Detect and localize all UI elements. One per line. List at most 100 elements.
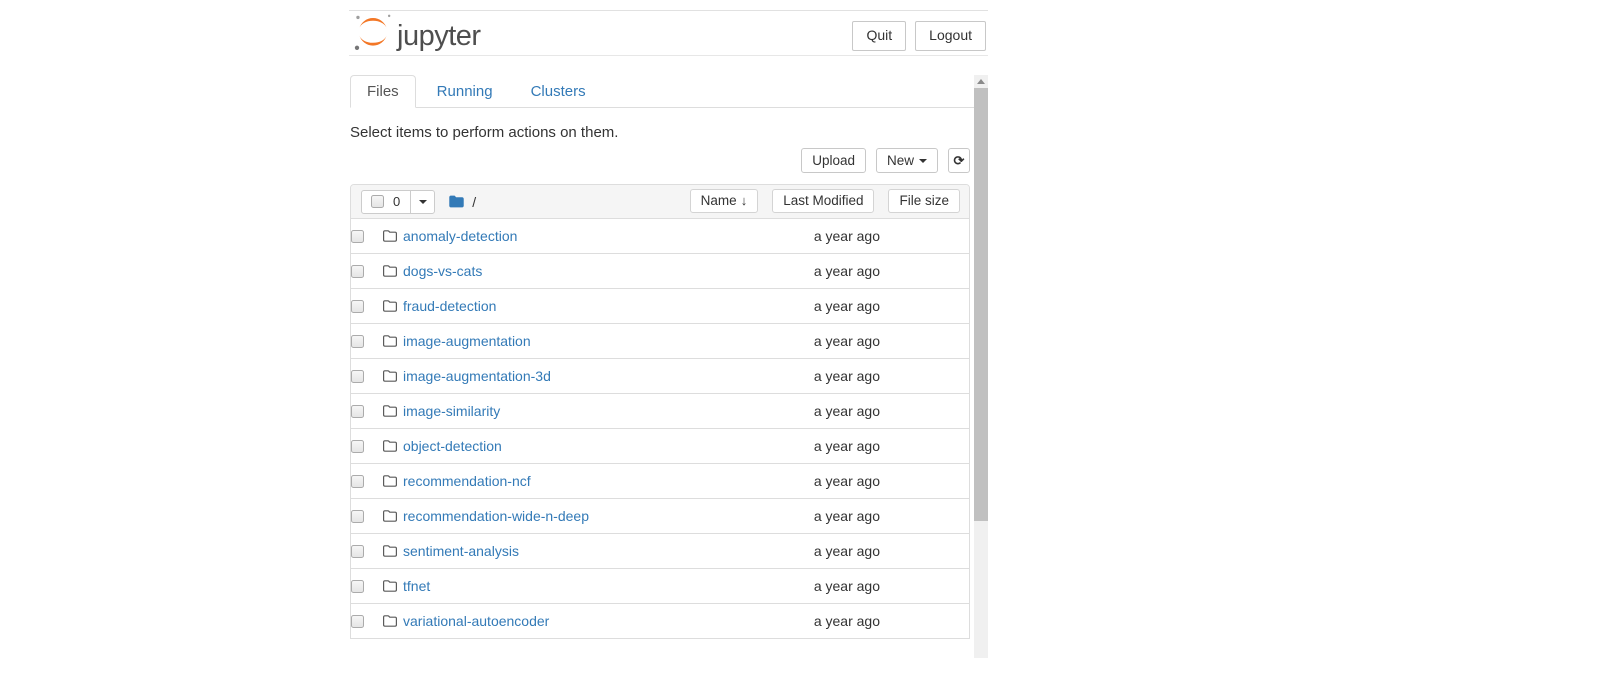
folder-outline-icon <box>382 299 398 313</box>
folder-outline-icon <box>382 544 398 558</box>
row-modified: a year ago <box>814 403 880 419</box>
table-row: image-augmentation a year ago <box>351 323 969 358</box>
folder-outline-icon <box>382 229 398 243</box>
folder-outline-icon <box>382 369 398 383</box>
row-name-link[interactable]: tfnet <box>403 578 430 594</box>
row-name-link[interactable]: image-augmentation <box>403 333 531 349</box>
row-modified: a year ago <box>814 368 880 384</box>
row-name-link[interactable]: sentiment-analysis <box>403 543 519 559</box>
row-checkbox[interactable] <box>351 615 364 628</box>
table-row: image-similarity a year ago <box>351 393 969 428</box>
row-checkbox[interactable] <box>351 230 364 243</box>
quit-button[interactable]: Quit <box>852 21 906 51</box>
row-name-link[interactable]: image-augmentation-3d <box>403 368 551 384</box>
row-modified: a year ago <box>814 228 880 244</box>
table-row: dogs-vs-cats a year ago <box>351 253 969 288</box>
row-name-link[interactable]: fraud-detection <box>403 298 496 314</box>
row-modified: a year ago <box>814 263 880 279</box>
row-checkbox[interactable] <box>351 510 364 523</box>
sort-by-modified-button[interactable]: Last Modified <box>772 189 874 213</box>
row-name-link[interactable]: dogs-vs-cats <box>403 263 482 279</box>
folder-outline-icon <box>382 474 398 488</box>
caret-down-icon <box>419 200 427 204</box>
row-name-link[interactable]: object-detection <box>403 438 502 454</box>
table-row: sentiment-analysis a year ago <box>351 533 969 568</box>
file-list: anomaly-detection a year ago dogs-vs-cat… <box>351 218 969 638</box>
breadcrumb-path[interactable]: / <box>472 194 476 210</box>
table-row: anomaly-detection a year ago <box>351 218 969 253</box>
table-row: tfnet a year ago <box>351 568 969 603</box>
table-row: variational-autoencoder a year ago <box>351 603 969 638</box>
row-name-link[interactable]: recommendation-wide-n-deep <box>403 508 589 524</box>
sort-name-label: Name <box>701 193 737 208</box>
tab-clusters[interactable]: Clusters <box>514 75 603 108</box>
sort-by-size-button[interactable]: File size <box>888 189 960 213</box>
select-all-checkbox[interactable] <box>371 195 384 208</box>
row-name-link[interactable]: recommendation-ncf <box>403 473 531 489</box>
header-buttons: Quit Logout <box>852 21 986 51</box>
new-dropdown-button[interactable]: New <box>876 148 938 173</box>
row-checkbox[interactable] <box>351 300 364 313</box>
tab-running[interactable]: Running <box>420 75 510 108</box>
row-checkbox[interactable] <box>351 475 364 488</box>
row-modified: a year ago <box>814 473 880 489</box>
folder-icon <box>448 194 465 209</box>
row-modified: a year ago <box>814 508 880 524</box>
arrow-down-icon: ↓ <box>741 193 748 208</box>
scrollbar-up-button[interactable] <box>974 75 988 88</box>
row-name-link[interactable]: variational-autoencoder <box>403 613 549 629</box>
jupyter-logo[interactable]: jupyter <box>351 13 481 53</box>
logout-button[interactable]: Logout <box>915 21 986 51</box>
main-content: Files Running Clusters Select items to p… <box>349 75 974 639</box>
row-modified: a year ago <box>814 298 880 314</box>
table-row: image-augmentation-3d a year ago <box>351 358 969 393</box>
file-browser-table: 0 / N <box>350 184 970 639</box>
folder-outline-icon <box>382 509 398 523</box>
row-checkbox[interactable] <box>351 370 364 383</box>
folder-outline-icon <box>382 439 398 453</box>
select-filter-dropdown[interactable] <box>411 191 434 213</box>
triangle-up-icon <box>977 79 985 84</box>
tab-files[interactable]: Files <box>350 75 416 108</box>
row-checkbox[interactable] <box>351 405 364 418</box>
folder-outline-icon <box>382 404 398 418</box>
action-toolbar: Upload New ⟳ <box>350 148 974 173</box>
row-checkbox[interactable] <box>351 580 364 593</box>
row-modified: a year ago <box>814 578 880 594</box>
select-all-button[interactable]: 0 <box>362 191 411 213</box>
row-modified: a year ago <box>814 333 880 349</box>
table-row: recommendation-ncf a year ago <box>351 463 969 498</box>
scrollbar[interactable] <box>974 75 988 658</box>
row-checkbox[interactable] <box>351 440 364 453</box>
row-checkbox[interactable] <box>351 545 364 558</box>
row-checkbox[interactable] <box>351 335 364 348</box>
caret-down-icon <box>919 159 927 163</box>
table-row: fraud-detection a year ago <box>351 288 969 323</box>
sort-by-name-button[interactable]: Name ↓ <box>690 189 759 213</box>
folder-outline-icon <box>382 334 398 348</box>
select-all-group: 0 <box>361 190 435 214</box>
upload-button[interactable]: Upload <box>801 148 866 173</box>
scrollbar-thumb[interactable] <box>974 88 988 521</box>
instruction-text: Select items to perform actions on them. <box>350 124 974 142</box>
row-modified: a year ago <box>814 543 880 559</box>
row-name-link[interactable]: image-similarity <box>403 403 500 419</box>
logo-wordmark: jupyter <box>397 19 481 53</box>
refresh-icon: ⟳ <box>954 153 965 168</box>
row-modified: a year ago <box>814 613 880 629</box>
jupyter-logo-icon <box>351 13 395 53</box>
folder-outline-icon <box>382 264 398 278</box>
selected-count: 0 <box>393 194 400 209</box>
refresh-button[interactable]: ⟳ <box>948 148 970 173</box>
list-header: 0 / N <box>351 185 969 218</box>
row-name-link[interactable]: anomaly-detection <box>403 228 517 244</box>
folder-outline-icon <box>382 614 398 628</box>
row-modified: a year ago <box>814 438 880 454</box>
breadcrumb[interactable]: / <box>448 194 476 210</box>
row-checkbox[interactable] <box>351 265 364 278</box>
app-header: jupyter Quit Logout <box>349 11 988 56</box>
new-button-label: New <box>887 153 914 168</box>
sort-buttons: Name ↓ Last Modified File size <box>690 189 960 213</box>
table-row: recommendation-wide-n-deep a year ago <box>351 498 969 533</box>
jupyter-app: jupyter Quit Logout Files Running Cluste… <box>349 10 988 658</box>
